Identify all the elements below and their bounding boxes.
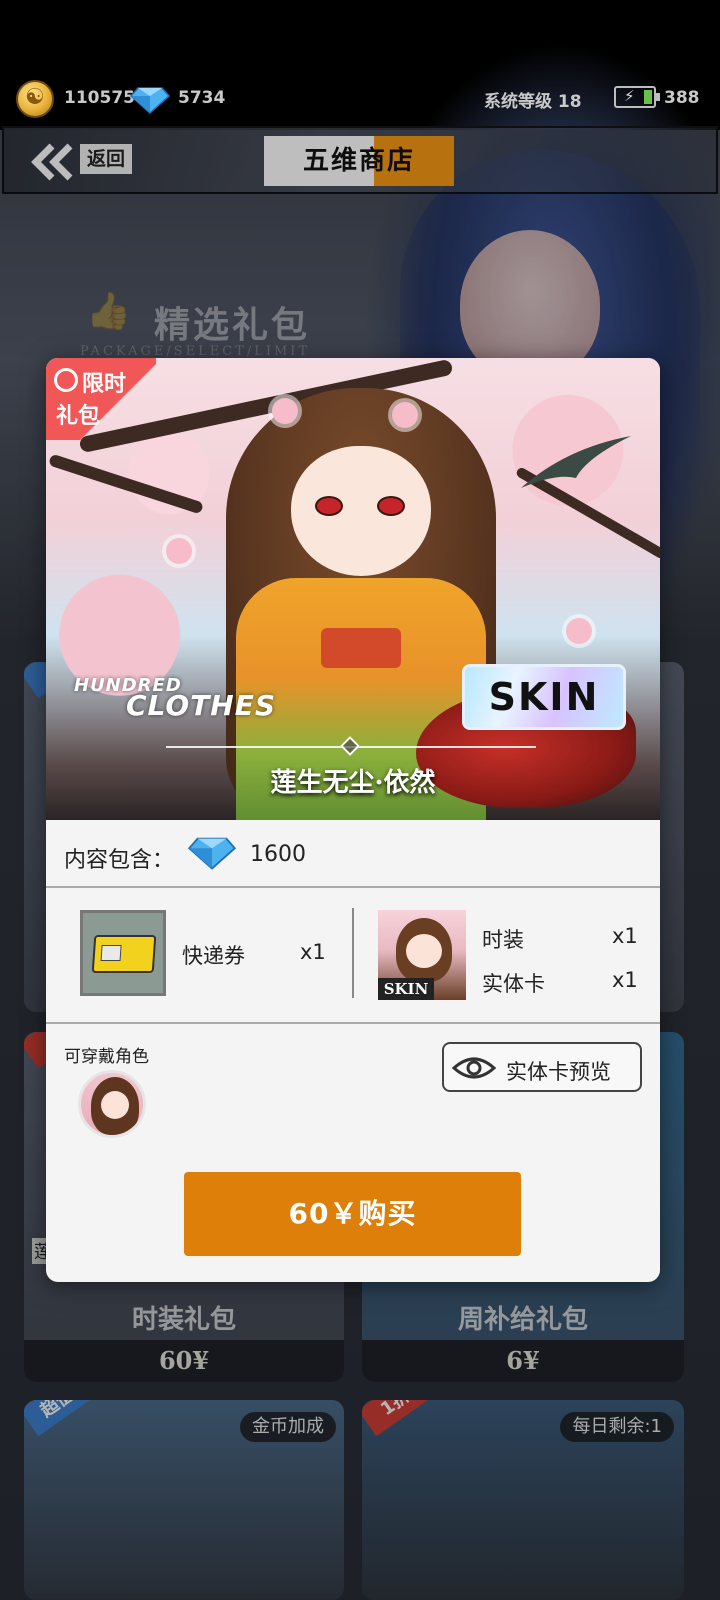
battery-icon: ⚡	[614, 86, 660, 108]
item-qty: x1	[612, 968, 638, 992]
resource-bar: 110575 5734 系统等级 18 ⚡ 388	[0, 78, 720, 122]
character-avatar[interactable]	[78, 1070, 146, 1138]
skin-badge: SKIN	[462, 664, 626, 730]
clock-icon	[54, 368, 78, 392]
diamond-icon	[130, 87, 170, 114]
diamond-icon	[188, 837, 236, 870]
coin-icon	[16, 80, 54, 118]
item-qty: x1	[612, 924, 638, 948]
hundred-clothes-logo: HUNDRED CLOTHES	[74, 675, 277, 722]
limited-badge-line2: 礼包	[56, 404, 101, 429]
eye-icon	[452, 1057, 496, 1079]
item-name: 时装	[482, 928, 524, 952]
item-name: 快递券	[182, 944, 245, 968]
energy-count: 388	[664, 88, 700, 108]
contents-label: 内容包含：	[64, 848, 175, 873]
wearable-character-label: 可穿戴角色	[64, 1047, 149, 1067]
package-name: 莲生无尘·依然	[270, 768, 436, 798]
limited-badge-line1: 限时	[82, 372, 127, 397]
limited-badge: 限时 礼包	[46, 358, 156, 440]
physical-card-preview-button[interactable]: 实体卡预览	[442, 1042, 642, 1092]
package-detail-modal: 限时 礼包 HUNDRED CLOTHES SKIN 莲生无尘·依然 内容包含：…	[46, 358, 660, 1282]
items-divider	[352, 908, 354, 998]
item-name: 实体卡	[482, 972, 545, 996]
items-row: 快递券 x1 SKIN 时装 x1 实体卡 x1	[46, 888, 660, 1024]
contents-row: 内容包含： 1600	[46, 820, 660, 888]
diamond-count: 5734	[178, 88, 226, 108]
item-qty: x1	[300, 940, 326, 964]
package-art: 限时 礼包 HUNDRED CLOTHES SKIN 莲生无尘·依然	[46, 358, 660, 820]
system-level: 系统等级 18	[484, 92, 582, 112]
buy-button[interactable]: 60￥购买	[184, 1172, 521, 1256]
coin-count: 110575	[64, 88, 135, 108]
bird-icon	[521, 436, 631, 488]
character-face	[291, 446, 431, 576]
diamond-amount: 1600	[250, 842, 306, 867]
outfit-thumbnail[interactable]: SKIN	[378, 910, 466, 1000]
delivery-voucher-icon[interactable]	[80, 910, 166, 996]
